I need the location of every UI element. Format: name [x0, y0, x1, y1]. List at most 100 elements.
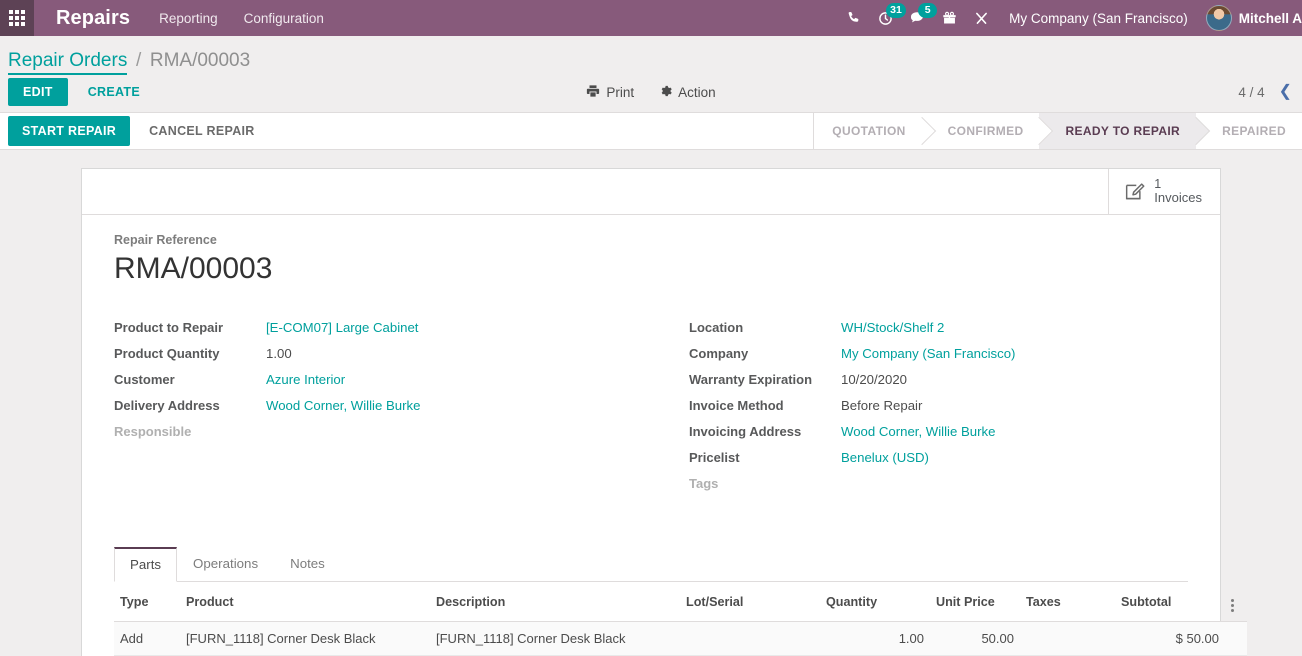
cell-type: Add [114, 621, 180, 656]
pager: 4 / 4 ❮ [1238, 84, 1292, 100]
breadcrumb-separator: / [135, 50, 142, 71]
invoices-smart-button[interactable]: 1 Invoices [1108, 169, 1220, 214]
notebook: Parts Operations Notes Type Product Desc… [114, 546, 1247, 656]
messages-icon[interactable]: 5 [901, 0, 938, 36]
field-invoice-method: Invoice Method Before Repair [689, 398, 1188, 422]
apps-menu-button[interactable] [0, 0, 34, 36]
notebook-tabs: Parts Operations Notes [114, 546, 1188, 582]
apps-grid-icon [9, 10, 25, 26]
field-warranty-expiration: Warranty Expiration 10/20/2020 [689, 372, 1188, 396]
field-company: Company My Company (San Francisco) [689, 346, 1188, 370]
cell-taxes [1020, 621, 1115, 656]
field-value: 10/20/2020 [841, 372, 908, 387]
field-value[interactable]: [E-COM07] Large Cabinet [266, 320, 418, 335]
column-header-type[interactable]: Type [114, 582, 180, 622]
column-header-subtotal[interactable]: Subtotal [1115, 582, 1225, 622]
avatar [1205, 5, 1232, 31]
navbar-menu: Reporting Configuration [146, 2, 337, 35]
form-columns: Product to Repair [E-COM07] Large Cabine… [114, 320, 1188, 502]
field-product-quantity: Product Quantity 1.00 [114, 346, 651, 370]
cell-lot-serial [680, 621, 820, 656]
column-header-lot-serial[interactable]: Lot/Serial [680, 582, 820, 622]
printer-icon [586, 84, 600, 101]
breadcrumb-current-record: RMA/00003 [149, 50, 251, 71]
tab-notes[interactable]: Notes [274, 547, 341, 582]
cell-subtotal: $ 50.00 [1115, 621, 1225, 656]
nav-item-reporting[interactable]: Reporting [146, 2, 231, 35]
cell-unit-price: 50.00 [930, 621, 1020, 656]
tab-parts[interactable]: Parts [114, 547, 178, 582]
column-header-product[interactable]: Product [180, 582, 430, 622]
field-value[interactable]: Wood Corner, Willie Burke [266, 398, 420, 413]
cell-quantity: 1.00 [820, 621, 930, 656]
field-tags: Tags [689, 476, 1188, 500]
record-sheet: 1 Invoices Repair Reference RMA/00003 Pr… [81, 168, 1247, 656]
field-value[interactable]: Azure Interior [266, 372, 345, 387]
cell-options [1225, 621, 1247, 656]
activity-clock-icon[interactable]: 31 [869, 0, 906, 36]
company-switcher[interactable]: My Company (San Francisco) [997, 11, 1200, 26]
field-responsible: Responsible [114, 424, 651, 448]
field-pricelist: Pricelist Benelux (USD) [689, 450, 1188, 474]
tools-icon[interactable] [965, 0, 997, 36]
edit-button[interactable]: EDIT [8, 78, 68, 106]
phone-icon[interactable] [837, 0, 869, 36]
field-value[interactable]: Wood Corner, Willie Burke [841, 424, 995, 439]
status-bar-buttons: START REPAIR CANCEL REPAIR [0, 113, 268, 149]
app-brand-repairs[interactable]: Repairs [34, 7, 146, 30]
control-panel-center: Print Action [0, 84, 1302, 101]
invoices-count: 1 [1154, 176, 1162, 191]
stage-ready-to-repair[interactable]: READY TO REPAIR [1039, 113, 1197, 149]
field-customer: Customer Azure Interior [114, 372, 651, 396]
gift-icon[interactable] [933, 0, 965, 36]
repair-reference-label: Repair Reference [114, 233, 217, 247]
stage-quotation[interactable]: QUOTATION [814, 113, 922, 149]
field-invoicing-address: Invoicing Address Wood Corner, Willie Bu… [689, 424, 1188, 448]
form-column-left: Product to Repair [E-COM07] Large Cabine… [114, 320, 651, 502]
column-options-icon[interactable] [1225, 582, 1247, 622]
field-location: Location WH/Stock/Shelf 2 [689, 320, 1188, 344]
column-header-description[interactable]: Description [430, 582, 680, 622]
action-menu[interactable]: Action [658, 84, 716, 101]
invoice-pencil-icon [1123, 181, 1145, 203]
field-value[interactable]: WH/Stock/Shelf 2 [841, 320, 944, 335]
pager-value: 4 / 4 [1238, 84, 1265, 100]
create-button[interactable]: CREATE [75, 78, 153, 106]
print-menu[interactable]: Print [586, 84, 634, 101]
form-column-right: Location WH/Stock/Shelf 2 Company My Com… [651, 320, 1188, 502]
field-label: Invoicing Address [689, 424, 802, 439]
tab-operations[interactable]: Operations [177, 547, 274, 582]
page-title: RMA/00003 [114, 252, 273, 285]
status-bar: START REPAIR CANCEL REPAIR QUOTATION CON… [0, 112, 1302, 150]
field-label: Product to Repair [114, 320, 224, 335]
table-header-row: Type Product Description Lot/Serial Quan… [114, 582, 1247, 622]
pager-previous-icon[interactable]: ❮ [1279, 84, 1292, 100]
user-name: Mitchell A [1238, 10, 1302, 26]
stage-repaired[interactable]: REPAIRED [1196, 113, 1302, 149]
nav-item-configuration[interactable]: Configuration [231, 2, 337, 35]
print-label: Print [606, 84, 635, 100]
field-label: Invoice Method [689, 398, 784, 413]
invoices-label: Invoices [1154, 190, 1202, 206]
field-label: Location [689, 320, 744, 335]
field-value[interactable]: Benelux (USD) [841, 450, 929, 465]
column-header-quantity[interactable]: Quantity [820, 582, 930, 622]
field-value[interactable]: My Company (San Francisco) [841, 346, 1015, 361]
stage-confirmed[interactable]: CONFIRMED [921, 113, 1040, 149]
form-view: 1 Invoices Repair Reference RMA/00003 Pr… [0, 150, 1302, 656]
field-label: Customer [114, 372, 175, 387]
field-label: Delivery Address [114, 398, 220, 413]
breadcrumb: Repair Orders / RMA/00003 [0, 36, 1302, 75]
column-header-taxes[interactable]: Taxes [1020, 582, 1115, 622]
cell-product: [FURN_1118] Corner Desk Black [180, 621, 430, 656]
cancel-repair-button[interactable]: CANCEL REPAIR [136, 116, 268, 146]
user-menu[interactable]: Mitchell A [1200, 5, 1302, 31]
field-value: 1.00 [266, 346, 292, 361]
action-label: Action [678, 84, 716, 100]
field-delivery-address: Delivery Address Wood Corner, Willie Bur… [114, 398, 651, 422]
table-row[interactable]: Add [FURN_1118] Corner Desk Black [FURN_… [114, 621, 1247, 656]
start-repair-button[interactable]: START REPAIR [8, 116, 131, 146]
field-label: Pricelist [689, 450, 740, 465]
column-header-unit-price[interactable]: Unit Price [930, 582, 1020, 622]
field-value: Before Repair [841, 398, 923, 413]
